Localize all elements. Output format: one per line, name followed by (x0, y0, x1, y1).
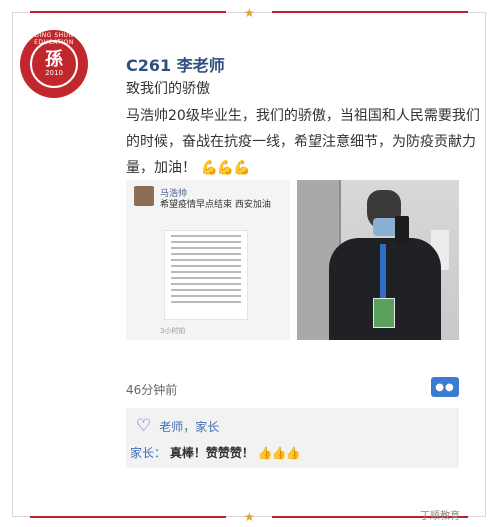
comment-text: 真棒！赞赞赞！ (169, 446, 254, 460)
avatar (134, 186, 154, 206)
comment-user[interactable]: 家长： (130, 446, 166, 460)
logo-year: 2010 (45, 69, 63, 77)
post-body: 马浩帅20级毕业生，我们的骄傲，当祖国和人民需要我们的时候，奋战在抗疫一线，希望… (126, 103, 481, 181)
top-divider-right (272, 11, 468, 13)
logo-ring-text: DING SHUN EDUCATION (34, 32, 74, 46)
star-icon: ★ (244, 6, 255, 20)
chat-time: 3小时前 (160, 327, 186, 335)
heart-icon[interactable]: ♡ (136, 416, 151, 436)
chat-message: 希望疫情早点结束 西安加油 (160, 200, 271, 210)
watermark: 丁顺教育 (420, 511, 460, 522)
chat-letter-card (164, 230, 248, 320)
chat-sender-name: 马浩帅 (160, 189, 188, 199)
thumbs-up-icons: 👍👍👍 (257, 446, 301, 460)
flex-emoji-icons: 💪💪💪 (200, 160, 250, 176)
logo-emblem: 孫 2010 (30, 40, 78, 88)
bottom-divider-left (30, 516, 226, 518)
comment-icon[interactable]: ●● (431, 377, 459, 397)
post-title: 致我们的骄傲 (126, 81, 210, 97)
likes-row: ♡ 老师，家长 (136, 416, 219, 436)
post-timestamp: 46分钟前 (126, 383, 178, 397)
logo-emblem-char: 孫 (45, 49, 63, 70)
comment-section: ♡ 老师，家长 家长： 真棒！赞赞赞！ 👍👍👍 (126, 408, 459, 468)
likes-names[interactable]: 老师，家长 (159, 418, 219, 435)
school-logo[interactable]: DING SHUN EDUCATION 孫 2010 (20, 30, 88, 98)
teacher-name[interactable]: C261 李老师 (126, 52, 225, 76)
top-divider-left (30, 11, 226, 13)
star-icon: ★ (244, 510, 255, 524)
post-photo-chat-screenshot[interactable]: 马浩帅 希望疫情早点结束 西安加油 3小时前 (126, 180, 290, 340)
post-body-text: 马浩帅20级毕业生，我们的骄傲，当祖国和人民需要我们的时候，奋战在抗疫一线，希望… (126, 108, 480, 176)
post-photo-selfie[interactable] (297, 180, 459, 340)
comment-item[interactable]: 家长： 真棒！赞赞赞！ 👍👍👍 (130, 444, 301, 461)
